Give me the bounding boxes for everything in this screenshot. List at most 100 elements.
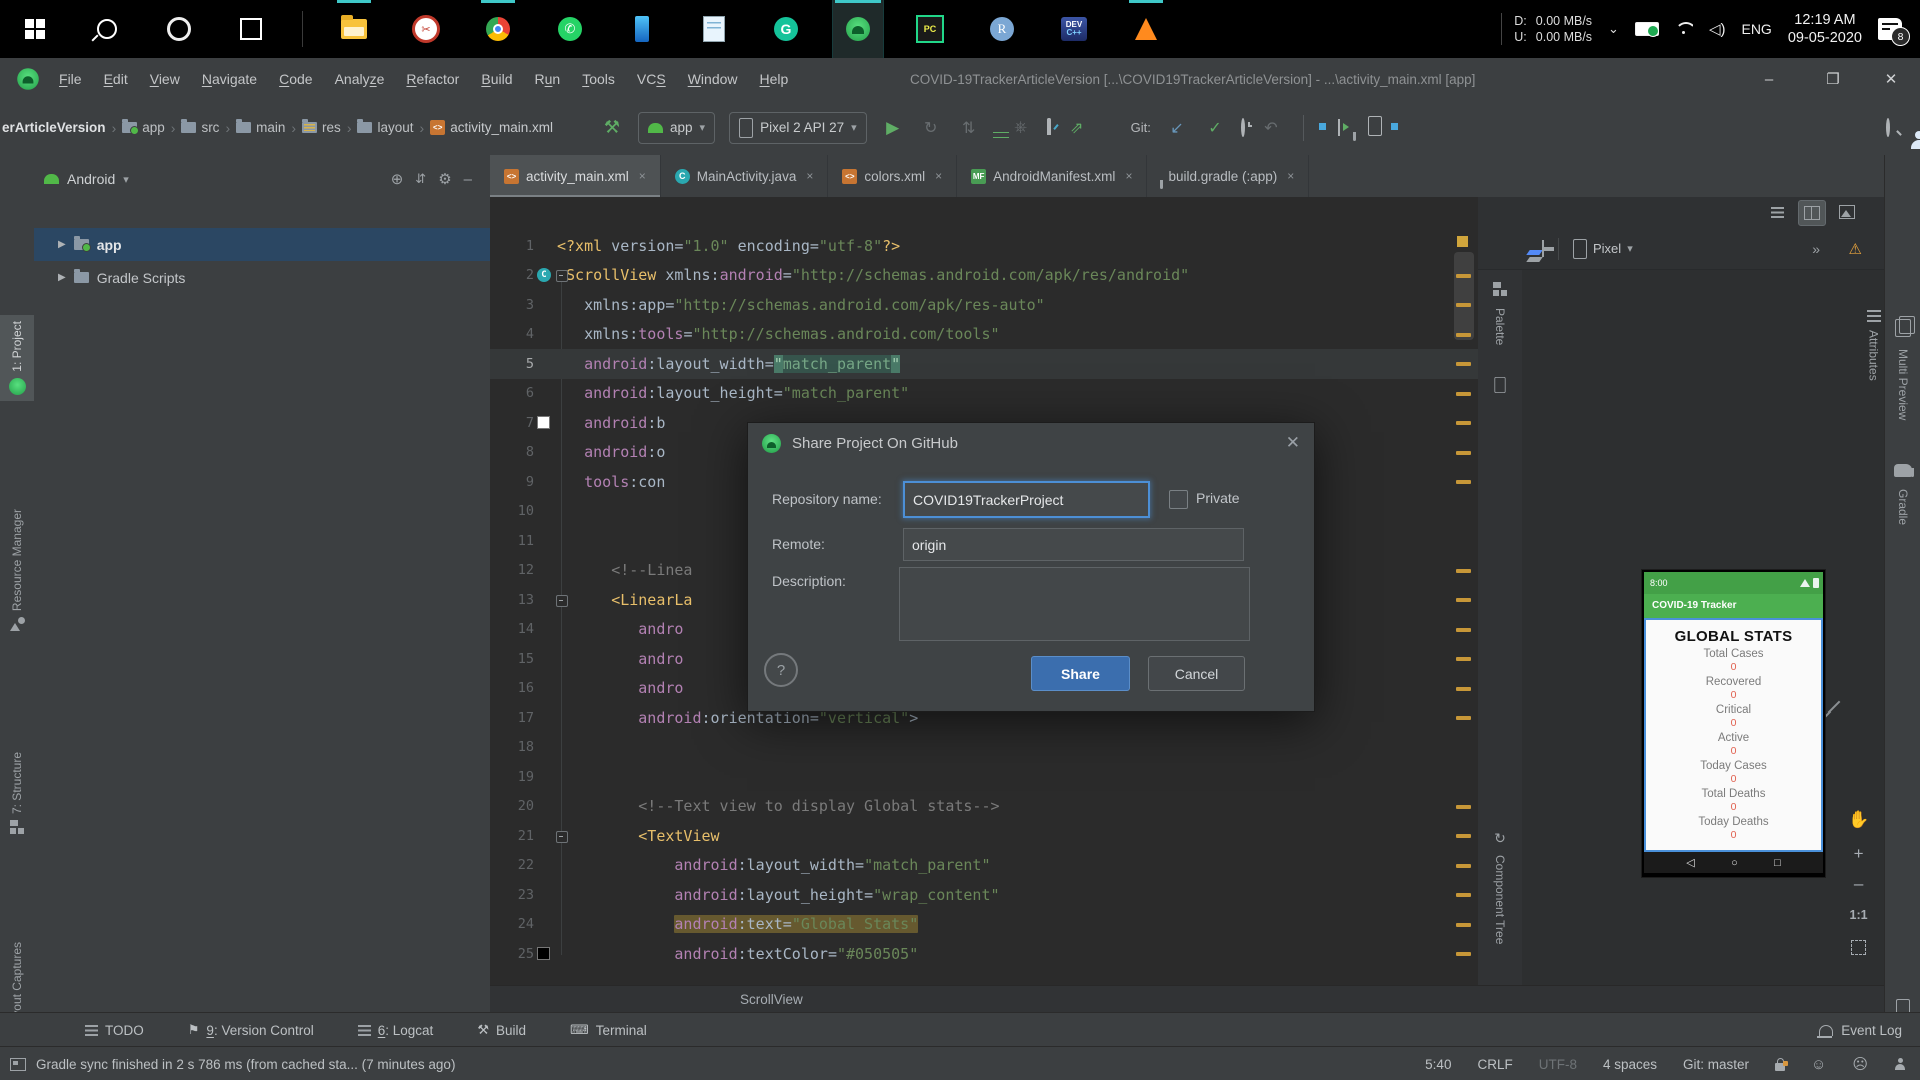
editor-scroll-stripe[interactable] [1452,197,1478,985]
indent-setting[interactable]: 4 spaces [1603,1057,1657,1072]
private-checkbox[interactable] [1169,490,1188,509]
fold-icon[interactable] [556,594,568,607]
fold-icon[interactable] [556,270,568,283]
attach-debugger-icon[interactable]: ⎈ [1009,116,1033,140]
menu-vcs[interactable]: VCS [626,71,677,87]
run-configuration-select[interactable]: app ▾ [638,111,716,144]
android-studio-taskbar-icon[interactable] [832,0,884,59]
settings-gear-icon[interactable]: ⚙ [438,170,451,188]
battery-icon[interactable] [1634,22,1659,37]
tab-close-icon[interactable]: × [1125,169,1132,183]
layout-preview-phone[interactable]: 8:00 COVID-19 Tracker GLOBAL STATS Total… [1642,570,1825,877]
tab-activity-main-xml[interactable]: <> activity_main.xml × [490,155,661,198]
code-line-5[interactable]: 5 android:layout_width="match_parent" [490,349,1478,379]
scroll-mark[interactable] [1456,922,1471,927]
device-select[interactable]: Pixel 2 API 27 ▾ [729,111,867,144]
split-view-icon[interactable] [1798,200,1826,226]
zoom-out-button[interactable]: – [1854,875,1863,892]
file-explorer-taskbar-icon[interactable] [329,0,379,58]
code-line-18[interactable]: 18 [490,733,1478,763]
scroll-mark[interactable] [1456,893,1471,897]
zoom-in-button[interactable]: + [1854,845,1864,862]
caret-position[interactable]: 5:40 [1425,1057,1451,1072]
apply-code-changes-icon[interactable]: ⇅ [957,116,981,140]
code-view-icon[interactable] [1764,200,1790,224]
tool-button-1-project[interactable]: 1: Project [0,315,34,401]
breadcrumb-erArticleVersion[interactable]: erArticleVersion [2,120,106,135]
collapse-all-icon[interactable]: ⇵ [415,171,426,187]
cortana-taskbar-icon[interactable] [154,0,204,58]
scroll-mark[interactable] [1456,421,1471,425]
windows-start-taskbar-icon[interactable] [10,0,60,58]
git-branch[interactable]: Git: master [1683,1057,1749,1072]
tool-window-terminal[interactable]: ⌨ Terminal [570,1022,647,1038]
device-manager-icon[interactable] [1367,116,1382,139]
project-view-selector[interactable]: Android ▾ ⊕ ⇵ ⚙ – [44,163,480,195]
design-surface[interactable]: 8:00 COVID-19 Tracker GLOBAL STATS Total… [1522,270,1884,985]
tab-close-icon[interactable]: × [935,169,942,183]
scroll-mark[interactable] [1456,834,1471,838]
breadcrumb-res[interactable]: res [302,119,341,135]
volume-icon[interactable]: ◁) [1709,20,1726,38]
clear-constraints-icon[interactable] [1542,240,1544,257]
sad-face-icon[interactable]: ☹ [1852,1055,1868,1073]
tool-window-build[interactable]: ⚒ Build [477,1022,526,1038]
tab-androidmanifest-xml[interactable]: MF AndroidManifest.xml × [957,155,1148,197]
build-hammer-icon[interactable]: ⚒ [600,116,624,140]
color-swatch-icon[interactable] [537,416,550,430]
search-taskbar-icon[interactable] [82,0,132,58]
pycharm-taskbar-icon[interactable]: PC [905,0,955,58]
description-input[interactable] [899,567,1250,641]
scrollbar-thumb[interactable] [1454,252,1474,340]
code-line-25[interactable]: 25 android:textColor="#050505" [490,939,1478,969]
wifi-icon[interactable] [1675,22,1693,36]
git-commit-icon[interactable]: ✓ [1203,116,1227,140]
palette-phone-icon[interactable] [1493,375,1507,398]
nav-back-icon[interactable]: ◁ [1686,856,1694,869]
tab-close-icon[interactable]: × [639,169,646,183]
scroll-mark[interactable] [1456,332,1471,337]
scroll-mark[interactable] [1456,568,1471,573]
minimize-button[interactable]: – [1746,58,1792,100]
component-tree-tab[interactable]: ↻ Component Tree [1478,830,1522,944]
tool-button-multi-preview[interactable]: Multi Preview [1885,315,1920,424]
menu-run[interactable]: Run [524,71,572,87]
readonly-lock-icon[interactable] [1775,1057,1789,1071]
scroll-mark[interactable] [1456,362,1471,366]
menu-build[interactable]: Build [470,71,523,87]
file-encoding[interactable]: UTF-8 [1539,1057,1577,1072]
menu-analyze[interactable]: Analyze [324,71,396,87]
scroll-mark[interactable] [1456,598,1471,602]
attributes-tab[interactable]: Attributes [1862,310,1885,381]
menu-file[interactable]: File [48,71,93,87]
tool-button-resource-manager[interactable]: Resource Manager [0,503,34,638]
scroll-mark[interactable] [1456,716,1471,720]
code-line-24[interactable]: 24 android:text="Global Stats" [490,910,1478,940]
scroll-mark[interactable] [1456,450,1471,455]
scroll-mark[interactable] [1456,686,1471,691]
search-everywhere-icon[interactable] [1886,118,1890,137]
tab-close-icon[interactable]: × [806,169,813,183]
fold-icon[interactable] [556,830,568,843]
network-meter[interactable]: D: 0.00 MB/s U: 0.00 MB/s [1501,13,1592,45]
profiler-button[interactable] [1046,118,1051,135]
warnings-icon[interactable]: ⚠ [1849,240,1862,258]
scroll-mark[interactable] [1456,804,1471,809]
language-indicator[interactable]: ENG [1741,21,1771,37]
scroll-mark[interactable] [1456,952,1471,956]
breadcrumb-main[interactable]: main [236,119,285,135]
expand-arrow-icon[interactable]: ▶ [58,272,66,283]
tool-window-version-control[interactable]: ⚑ 9: Version Control [188,1022,314,1038]
code-line-4[interactable]: 4 xmlns:tools="http://schemas.android.co… [490,320,1478,350]
notification-center-icon[interactable]: 8 [1878,18,1910,46]
breadcrumb-src[interactable]: src [181,119,219,135]
tab-build-gradle-app-[interactable]: build.gradle (:app) × [1147,155,1310,197]
tab-close-icon[interactable]: × [1287,169,1294,183]
menu-edit[interactable]: Edit [93,71,139,87]
dialog-title-bar[interactable]: Share Project On GitHub [748,423,1314,463]
remote-input[interactable] [903,528,1244,561]
grammarly-taskbar-icon[interactable]: G [761,0,811,58]
code-line-3[interactable]: 3 xmlns:app="http://schemas.android.com/… [490,290,1478,320]
tool-window-todo[interactable]: TODO [85,1023,144,1038]
git-rollback-icon[interactable]: ↶ [1259,116,1283,140]
